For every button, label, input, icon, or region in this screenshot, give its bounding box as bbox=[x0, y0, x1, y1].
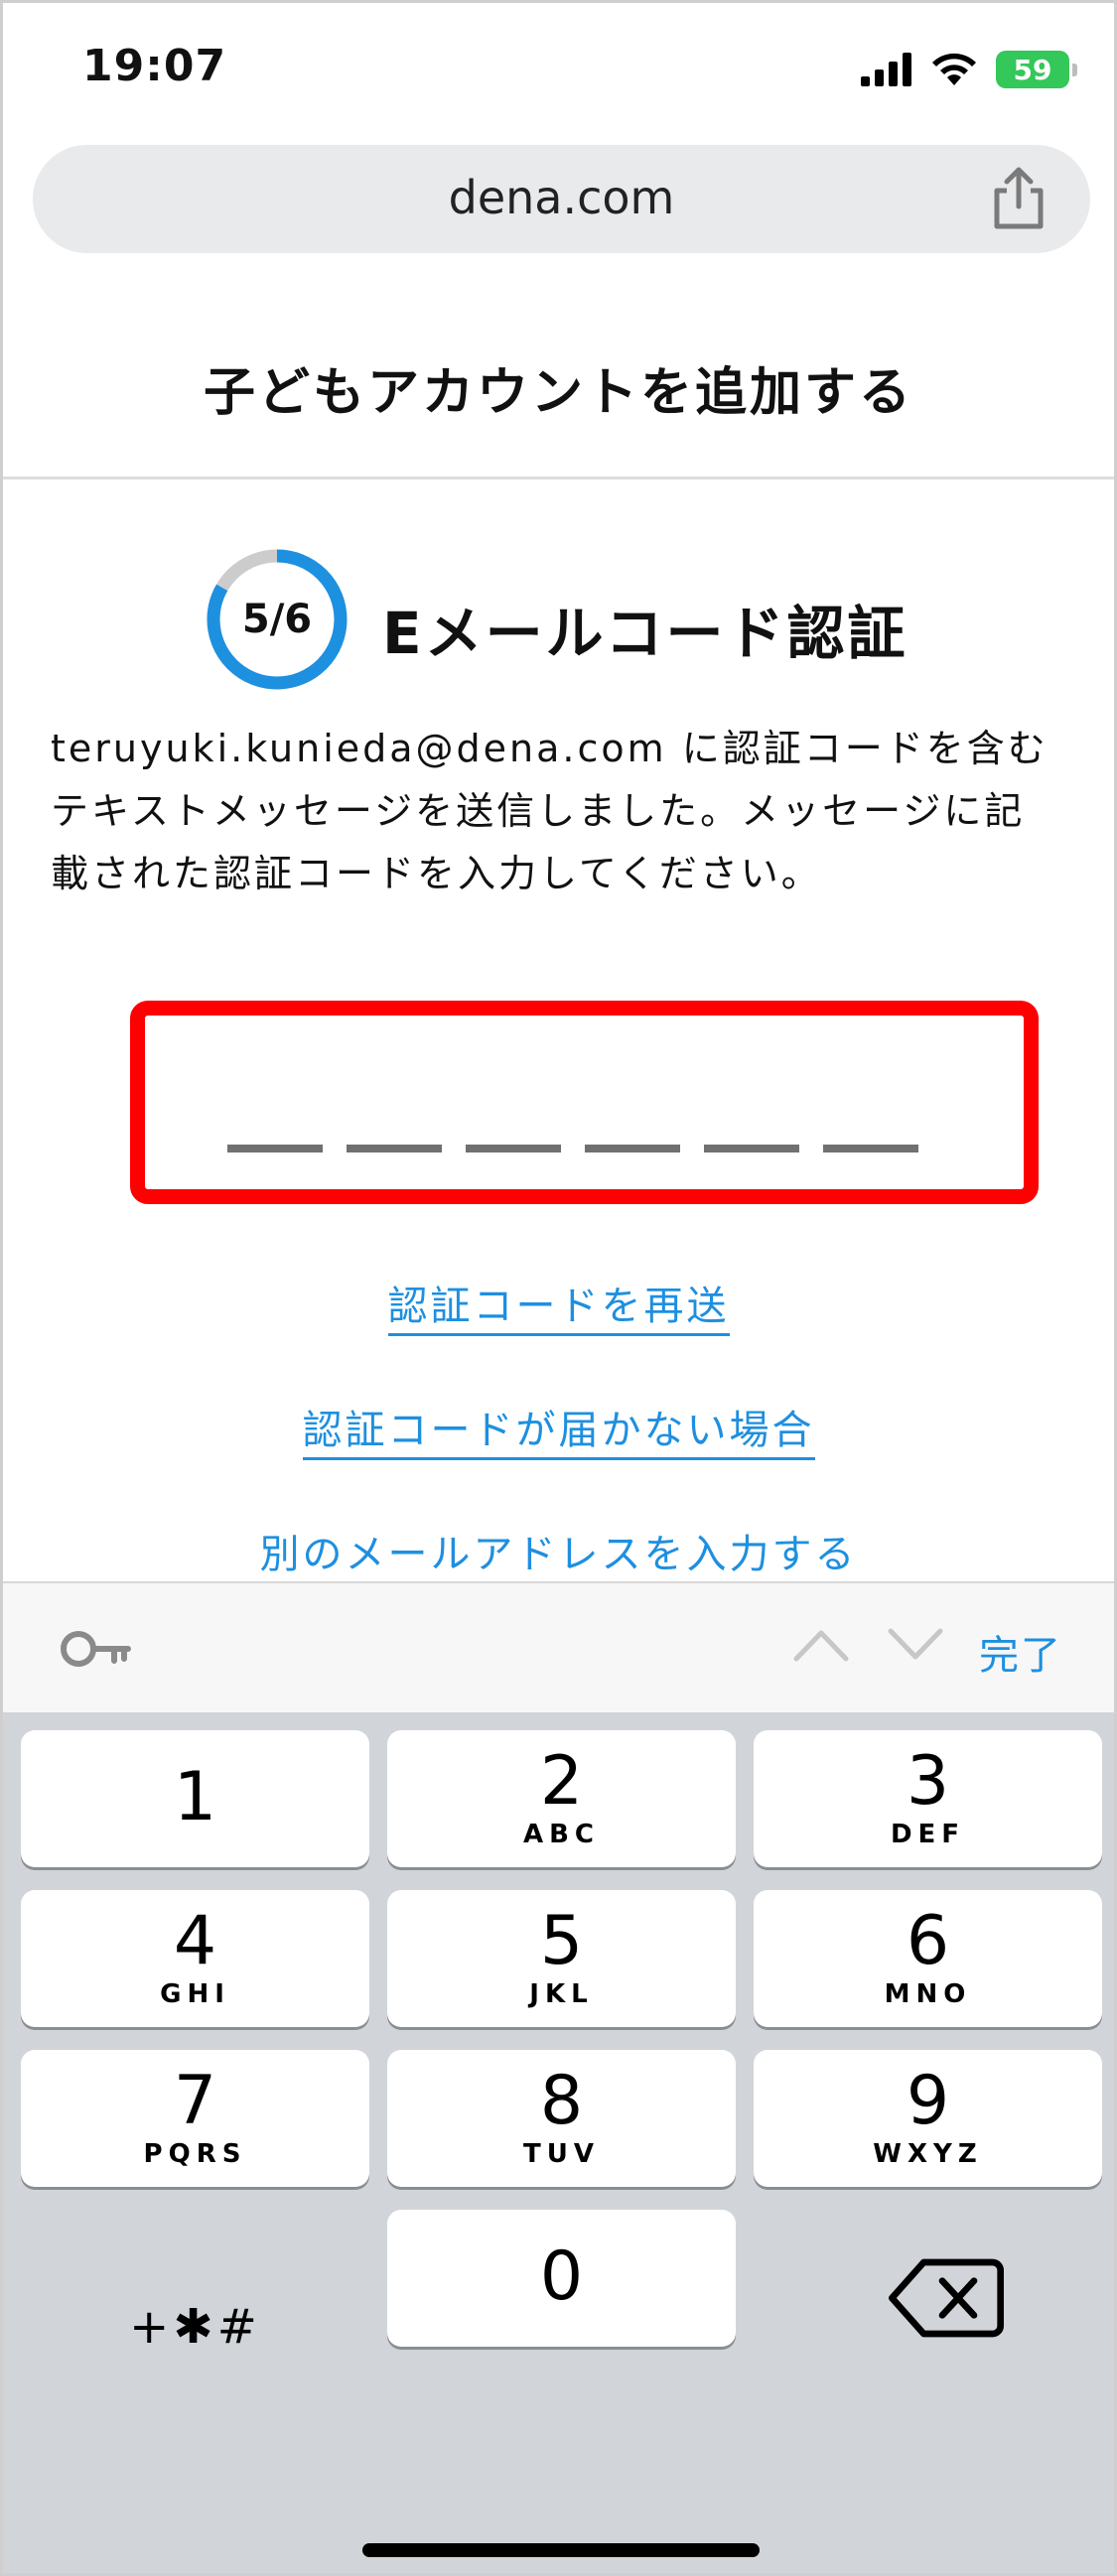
key-digit: 6 bbox=[906, 1902, 950, 1980]
key-3[interactable]: 3 DEF bbox=[754, 1730, 1102, 1867]
key-digit: 7 bbox=[173, 2062, 217, 2140]
wifi-icon bbox=[932, 53, 976, 85]
status-bar: 19:07 59 bbox=[3, 3, 1114, 142]
battery-level: 59 bbox=[1013, 53, 1052, 86]
backspace-icon[interactable] bbox=[887, 2234, 1006, 2363]
key-digit: 8 bbox=[539, 2062, 584, 2140]
code-slot bbox=[585, 1145, 680, 1152]
code-slots bbox=[227, 1145, 918, 1152]
status-time: 19:07 bbox=[82, 41, 227, 91]
key-digit: 3 bbox=[906, 1742, 950, 1821]
url-text[interactable]: dena.com bbox=[33, 171, 1090, 224]
key-0[interactable]: 0 bbox=[387, 2210, 736, 2347]
code-slot bbox=[466, 1145, 561, 1152]
key-6[interactable]: 6 MNO bbox=[754, 1890, 1102, 2027]
home-indicator bbox=[362, 2543, 760, 2557]
key-digit: 1 bbox=[173, 1758, 217, 1836]
key-digit: 0 bbox=[539, 2237, 584, 2316]
code-slot bbox=[347, 1145, 442, 1152]
code-slot bbox=[704, 1145, 799, 1152]
key-letters: DEF bbox=[890, 1820, 966, 1849]
code-slot bbox=[227, 1145, 323, 1152]
key-icon[interactable] bbox=[59, 1623, 132, 1675]
page-title: 子どもアカウントを追加する bbox=[203, 363, 913, 423]
done-button[interactable]: 完了 bbox=[979, 1623, 1062, 1681]
chevron-up-icon[interactable] bbox=[792, 1625, 850, 1665]
phone-screen: 19:07 59 dena.com 子どもアカウントを追加する 5/6 Eメール… bbox=[0, 0, 1117, 2576]
code-not-received-link-row: 認証コードが届かない場合 bbox=[3, 1398, 1114, 1460]
key-digit: 2 bbox=[539, 1742, 584, 1821]
code-not-received-link[interactable]: 認証コードが届かない場合 bbox=[302, 1408, 815, 1460]
url-bar[interactable]: dena.com bbox=[33, 145, 1090, 253]
key-letters: GHI bbox=[160, 1979, 230, 2009]
key-letters: JKL bbox=[529, 1979, 594, 2009]
key-7[interactable]: 7 PQRS bbox=[21, 2050, 369, 2187]
status-icons: 59 bbox=[861, 51, 1077, 88]
numeric-keypad: 1 2 ABC 3 DEF 4 GHI 5 JKL 6 MNO 7 PQRS 8… bbox=[3, 1712, 1114, 2573]
battery-charging-icon: 59 bbox=[996, 51, 1077, 88]
key-letters: MNO bbox=[884, 1979, 972, 2009]
other-email-link[interactable]: 別のメールアドレスを入力する bbox=[259, 1532, 858, 1584]
step-counter: 5/6 bbox=[241, 597, 313, 642]
share-icon[interactable] bbox=[989, 167, 1048, 230]
resend-code-link-row: 認証コードを再送 bbox=[3, 1274, 1114, 1336]
keyboard-accessory-bar: 完了 bbox=[3, 1581, 1114, 1712]
step-title: Eメールコード認証 bbox=[382, 600, 908, 667]
header-divider bbox=[3, 476, 1114, 479]
key-9[interactable]: 9 WXYZ bbox=[754, 2050, 1102, 2187]
key-4[interactable]: 4 GHI bbox=[21, 1890, 369, 2027]
instruction-text: teruyuki.kunieda@dena.com に認証コードを含むテキストメ… bbox=[51, 727, 1048, 895]
code-slot bbox=[823, 1145, 918, 1152]
key-letters: WXYZ bbox=[873, 2139, 983, 2169]
key-digit: 9 bbox=[906, 2062, 950, 2140]
key-5[interactable]: 5 JKL bbox=[387, 1890, 736, 2027]
key-letters: PQRS bbox=[143, 2139, 247, 2169]
verification-code-input[interactable] bbox=[130, 1001, 1039, 1204]
key-letters: TUV bbox=[523, 2139, 600, 2169]
signal-icon bbox=[861, 53, 911, 86]
key-8[interactable]: 8 TUV bbox=[387, 2050, 736, 2187]
resend-code-link[interactable]: 認証コードを再送 bbox=[387, 1284, 730, 1336]
key-letters: ABC bbox=[522, 1820, 601, 1849]
key-digit: 4 bbox=[173, 1902, 217, 1980]
symbols-key[interactable]: +✱# bbox=[21, 2258, 369, 2395]
other-email-link-row: 別のメールアドレスを入力する bbox=[3, 1522, 1114, 1584]
key-digit: 5 bbox=[539, 1902, 584, 1980]
key-1[interactable]: 1 bbox=[21, 1730, 369, 1867]
chevron-down-icon[interactable] bbox=[887, 1625, 944, 1665]
key-2[interactable]: 2 ABC bbox=[387, 1730, 736, 1867]
